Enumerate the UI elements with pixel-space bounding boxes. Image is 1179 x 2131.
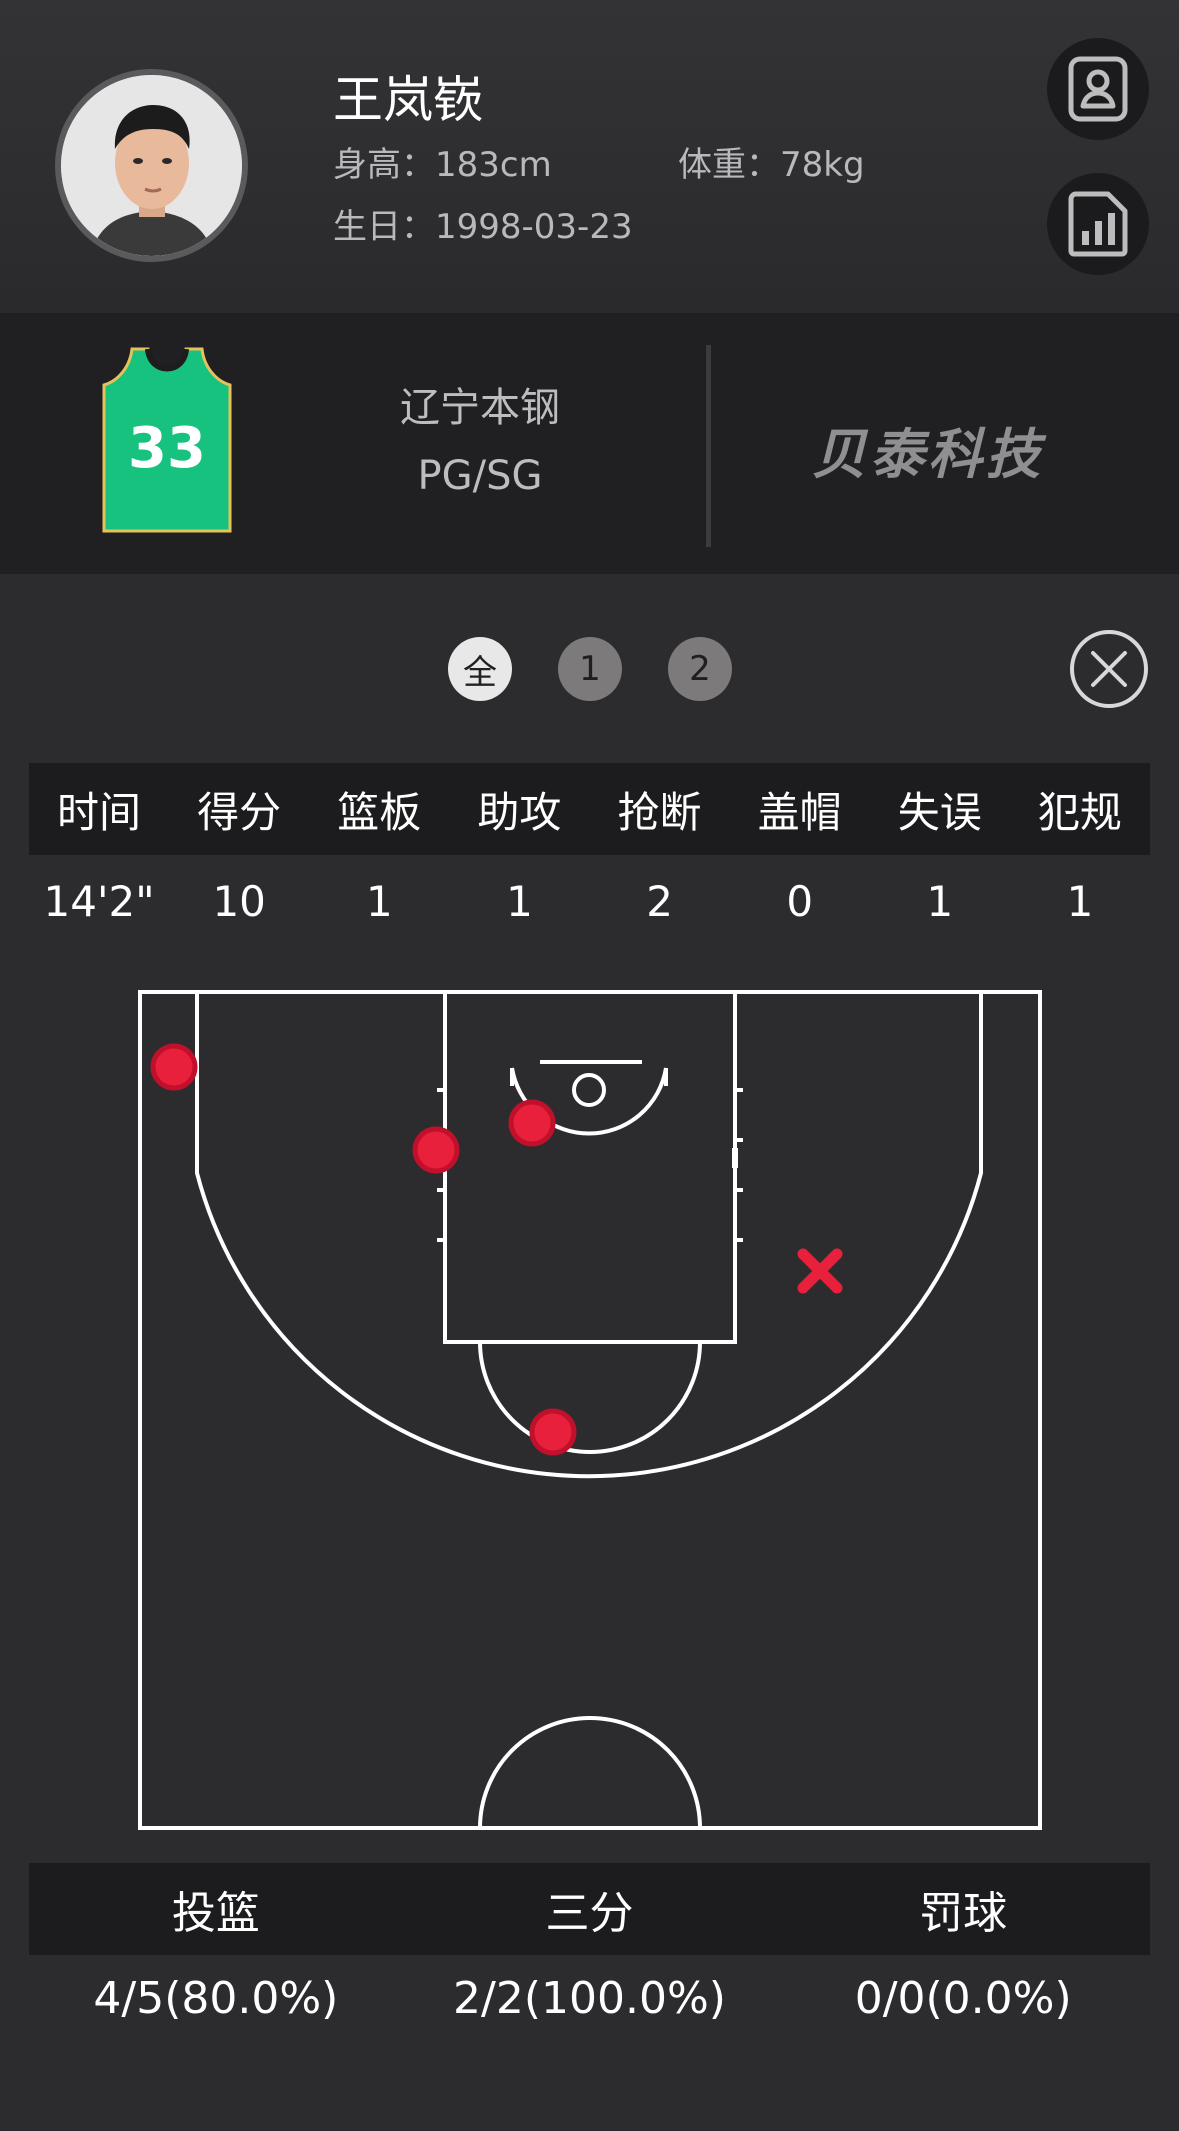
band-divider (706, 345, 711, 547)
player-birthday: 生日：1998-03-23 (333, 199, 633, 248)
period-all-button[interactable]: 全 (448, 637, 512, 701)
player-position: PG/SG (417, 453, 543, 499)
sponsor-logo: 贝泰科技 (812, 423, 1044, 486)
birthday-label: 生日： (333, 207, 435, 247)
stats-value-assists: 1 (506, 876, 533, 926)
jersey-icon: 33 (102, 347, 232, 533)
period-label: 全 (463, 652, 497, 693)
stats-value-fouls: 1 (1066, 876, 1094, 926)
stats-header-points: 得分 (197, 787, 282, 837)
stats-header-turnovers: 失误 (897, 787, 982, 837)
shot-chart-court (138, 990, 1042, 1830)
stats-header-rebounds: 篮板 (337, 787, 422, 837)
stats-header-row: 时间 得分 篮板 助攻 抢断 盖帽 失误 犯规 (29, 763, 1150, 855)
team-name: 辽宁本钢 (400, 385, 560, 431)
player-stats-page: 王岚嵚 身高：183cm 体重：78kg 生日：1998-03-23 33 辽宁… (0, 0, 1179, 2131)
person-card-icon (1068, 56, 1128, 122)
stats-value-blocks: 0 (786, 876, 814, 926)
shooting-value-ft: 0/0(0.0%) (854, 1972, 1072, 2024)
bar-chart-document-icon (1068, 191, 1128, 257)
period-label: 1 (579, 649, 601, 689)
made-shot-marker (150, 1043, 198, 1091)
player-avatar (55, 69, 248, 262)
stats-value-turnovers: 1 (926, 876, 954, 926)
weight-label: 体重： (678, 145, 780, 185)
stats-header-time: 时间 (57, 787, 142, 837)
shooting-value-row: 4/5(80.0%) 2/2(100.0%) 0/0(0.0%) (29, 1952, 1150, 2044)
birthday-value: 1998-03-23 (435, 207, 633, 247)
stats-header-assists: 助攻 (477, 787, 562, 837)
missed-shot-marker (797, 1248, 843, 1294)
close-button[interactable] (1069, 629, 1149, 709)
player-height: 身高：183cm (333, 137, 552, 186)
stats-value-steals: 2 (646, 876, 673, 926)
stats-header-fouls: 犯规 (1037, 787, 1122, 837)
weight-value: 78kg (780, 145, 865, 185)
stats-value-points: 10 (212, 876, 266, 926)
stats-value-time: 14'2" (43, 876, 155, 926)
player-photo (61, 75, 242, 256)
period-2-button[interactable]: 2 (668, 637, 732, 701)
player-stats-button[interactable] (1047, 173, 1149, 275)
stats-header-blocks: 盖帽 (757, 787, 842, 837)
shooting-header-fg: 投篮 (171, 1888, 260, 1939)
made-shot-marker (529, 1408, 577, 1456)
made-shot-marker (508, 1099, 556, 1147)
player-name: 王岚嵚 (333, 71, 483, 129)
jersey-number: 33 (128, 416, 206, 481)
court-lines (138, 990, 1042, 1830)
close-circle-icon (1070, 630, 1148, 708)
shooting-value-3pt: 2/2(100.0%) (453, 1972, 726, 2024)
made-shot-marker (412, 1126, 460, 1174)
shooting-header-row: 投篮 三分 罚球 (29, 1863, 1150, 1955)
height-value: 183cm (435, 145, 552, 185)
player-weight: 体重：78kg (678, 137, 865, 186)
shooting-header-3pt: 三分 (545, 1888, 634, 1939)
height-label: 身高： (333, 145, 435, 185)
stats-value-row: 14'2" 10 1 1 2 0 1 1 (29, 855, 1150, 947)
shooting-header-ft: 罚球 (919, 1888, 1008, 1939)
player-profile-button[interactable] (1047, 38, 1149, 140)
stats-value-rebounds: 1 (365, 876, 393, 926)
court-block-mark (732, 1148, 738, 1168)
stats-header-steals: 抢断 (617, 787, 702, 837)
period-1-button[interactable]: 1 (558, 637, 622, 701)
shooting-value-fg: 4/5(80.0%) (93, 1972, 339, 2024)
period-label: 2 (689, 649, 711, 689)
